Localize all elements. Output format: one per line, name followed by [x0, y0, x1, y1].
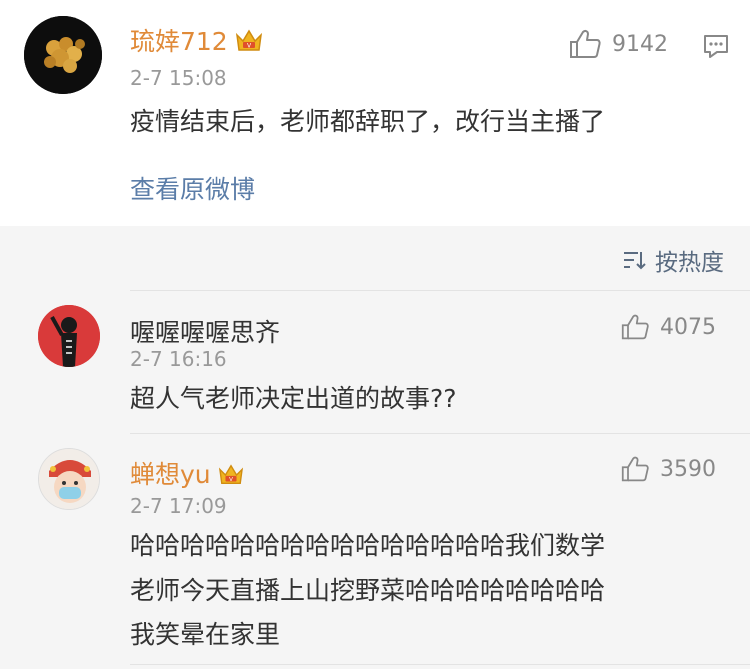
svg-text:V: V [229, 477, 233, 483]
comment-text-line: 老师今天直播上山挖野菜哈哈哈哈哈哈哈哈 [130, 576, 606, 605]
divider [130, 433, 750, 434]
divider [130, 290, 750, 291]
comment-text-line: 我笑晕在家里 [130, 620, 281, 649]
avatar[interactable] [24, 16, 102, 94]
comment-username[interactable]: 蝉想yu V [130, 455, 245, 493]
comment-like-button[interactable]: 3590 [620, 455, 716, 483]
thumbs-up-icon [621, 314, 649, 340]
comment-icon[interactable] [702, 32, 730, 60]
thumbs-up-icon [621, 456, 649, 482]
post-like-button[interactable]: 9142 [568, 28, 668, 60]
thumbs-up-icon [570, 29, 601, 58]
avatar-image [38, 305, 100, 367]
comment-like-button[interactable]: 4075 [620, 313, 716, 341]
original-post: 琉婞712 V 2-7 15:08 9142 疫情结束后，老师都辞职了，改行当主… [0, 0, 750, 226]
comment-text-line: 哈哈哈哈哈哈哈哈哈哈哈哈哈哈哈我们数学 [130, 531, 606, 560]
like-count: 3590 [660, 456, 716, 482]
post-time: 2-7 15:08 [130, 66, 227, 90]
comment-text-line: 超人气老师决定出道的故事?? [130, 384, 457, 413]
username-text[interactable]: 琉婞712 [130, 27, 228, 56]
sort-control[interactable]: 按热度 [621, 243, 724, 277]
view-original-link[interactable]: 查看原微博 [130, 170, 255, 206]
avatar[interactable] [38, 448, 100, 510]
avatar-image [39, 449, 99, 509]
comment-time: 2-7 17:09 [130, 494, 227, 518]
avatar[interactable] [38, 305, 100, 367]
username-text[interactable]: 蝉想yu [130, 460, 211, 489]
sort-label: 按热度 [655, 250, 724, 276]
divider [130, 664, 750, 665]
comment-username[interactable]: 喔喔喔喔思齐 [130, 313, 280, 349]
vip-crown-icon: V [217, 463, 245, 493]
avatar-image [24, 16, 102, 94]
like-count: 4075 [660, 314, 716, 340]
like-count: 9142 [612, 31, 668, 57]
comment-time: 2-7 16:16 [130, 347, 227, 371]
post-username[interactable]: 琉婞712 V [130, 22, 264, 60]
vip-crown-icon: V [234, 28, 264, 60]
post-text: 疫情结束后，老师都辞职了，改行当主播了 [130, 107, 606, 136]
sort-icon [624, 252, 646, 270]
